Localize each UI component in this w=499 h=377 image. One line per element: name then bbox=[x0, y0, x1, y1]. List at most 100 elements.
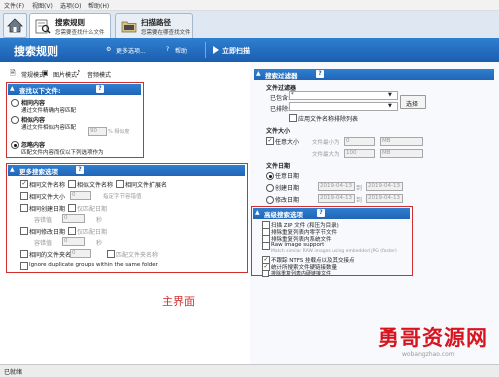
created-date-only-label: 仅匹配日期 bbox=[77, 206, 108, 213]
tab-search-rules-title: 搜索规则 bbox=[55, 18, 85, 27]
watermark: 勇哥资源网 wobangzhao.com bbox=[372, 320, 499, 360]
tab-search-rules-subtitle: 您需要查找什么文件 bbox=[55, 30, 105, 36]
max-size-unit-select[interactable]: MB bbox=[380, 149, 423, 158]
radio-exact-content[interactable] bbox=[11, 99, 19, 107]
checkbox-same-extension[interactable] bbox=[116, 180, 124, 188]
size-tolerance-input[interactable]: 0 bbox=[70, 191, 91, 200]
help-icon[interactable]: ? bbox=[96, 85, 104, 93]
find-section-header: ▲ 查找以下文件: ? bbox=[8, 84, 141, 95]
more-options-link[interactable]: 更多选项... bbox=[116, 46, 146, 55]
modified-date-only-label: 仅匹配日期 bbox=[77, 229, 108, 236]
tab-scan-paths[interactable]: 扫描路径 您需要在哪查找文件 bbox=[115, 13, 193, 38]
ignore-groups-label: Ignore duplicate groups within the same … bbox=[29, 262, 158, 268]
filter-section-header: ▲ 搜索过滤器 ? bbox=[254, 69, 494, 80]
checkbox-same-folder[interactable] bbox=[20, 250, 28, 258]
raw-jpg-label: Match similar RAW images using embedded … bbox=[271, 249, 397, 254]
checkbox-same-name[interactable]: ✓ bbox=[20, 180, 28, 188]
more-section-header: ▲ 更多搜索选项 ? bbox=[8, 165, 245, 176]
created-tolerance-input[interactable]: 0 bbox=[62, 214, 85, 223]
include-input[interactable]: * bbox=[289, 91, 398, 100]
filter-section-title: 搜索过滤器 bbox=[265, 72, 298, 80]
select-button-label: 选择 bbox=[406, 101, 419, 108]
similar-name-label: 相似文件名称 bbox=[77, 182, 114, 189]
collapse-icon[interactable]: ▲ bbox=[10, 85, 15, 92]
help-icon[interactable]: ? bbox=[76, 166, 84, 174]
same-size-label: 相同文件大小 bbox=[29, 194, 66, 201]
checkbox-similar-name[interactable] bbox=[68, 180, 76, 188]
radio-modified-date[interactable] bbox=[266, 196, 274, 204]
created-date-input[interactable]: 2019-04-13 bbox=[318, 182, 355, 191]
status-bar: 已就绪 bbox=[0, 364, 499, 377]
min-size-input[interactable]: 0 bbox=[344, 137, 375, 146]
chevron-down-icon[interactable]: ▼ bbox=[388, 103, 392, 109]
radio-any-date[interactable] bbox=[266, 172, 274, 180]
checkbox-ignore-groups[interactable] bbox=[20, 262, 28, 270]
checkbox-same-created[interactable] bbox=[20, 204, 28, 212]
folder-level-input[interactable]: 0 bbox=[70, 249, 91, 258]
mode-image-label: 图片模式 bbox=[53, 72, 78, 79]
max-size-input[interactable]: 100 bbox=[344, 149, 375, 158]
checkbox-raw-support[interactable] bbox=[262, 242, 270, 250]
checkbox-created-date-only[interactable] bbox=[68, 204, 76, 212]
same-folder-label: 相同的文件夹名 bbox=[29, 252, 72, 259]
radio-created-date[interactable] bbox=[266, 184, 274, 192]
help-icon[interactable]: ? bbox=[166, 46, 169, 53]
modified-date-end-input[interactable]: 2019-04-13 bbox=[366, 194, 403, 203]
radio-ignore-content[interactable] bbox=[11, 141, 19, 149]
checkbox-same-size[interactable] bbox=[20, 192, 28, 200]
help-link[interactable]: 帮助 bbox=[175, 46, 187, 55]
file-date-title: 文件日期 bbox=[266, 163, 291, 170]
exclude-hardlinks-label: 排除重复列表内硬链接文件 bbox=[271, 271, 332, 277]
modified-tolerance-label: 容错值 bbox=[34, 240, 53, 247]
main-interface-label: 主界面 bbox=[162, 295, 195, 308]
tab-scan-paths-subtitle: 您需要在哪查找文件 bbox=[141, 30, 191, 36]
mode-audio-label: 音频模式 bbox=[87, 72, 112, 79]
modified-date-input[interactable]: 2019-04-13 bbox=[318, 194, 355, 203]
menu-file[interactable]: 文件(F) bbox=[4, 1, 24, 10]
checkbox-any-size[interactable]: ✓ bbox=[266, 137, 274, 145]
tab-search-rules[interactable]: 搜索规则 您需要查找什么文件 bbox=[29, 13, 111, 38]
help-icon[interactable]: ? bbox=[317, 209, 325, 217]
gear-icon[interactable]: ⚙ bbox=[106, 46, 111, 53]
checkbox-match-folder-name[interactable] bbox=[107, 250, 115, 258]
any-size-label: 任意大小 bbox=[275, 139, 300, 146]
collapse-icon[interactable]: ▲ bbox=[256, 70, 261, 77]
menu-options[interactable]: 选项(O) bbox=[60, 1, 81, 10]
help-icon[interactable]: ? bbox=[316, 70, 324, 78]
chevron-down-icon[interactable]: ▼ bbox=[388, 92, 392, 98]
option-exact-desc: 通过文件精确内容匹配 bbox=[21, 108, 77, 114]
find-section-title: 查找以下文件: bbox=[19, 87, 61, 95]
checkbox-same-modified[interactable] bbox=[20, 227, 28, 235]
min-size-unit-select[interactable]: MB bbox=[380, 137, 423, 146]
checkbox-apply-exclude[interactable] bbox=[289, 114, 297, 122]
include-label: 已包含: bbox=[270, 95, 291, 102]
menu-view[interactable]: 视图(V) bbox=[32, 1, 53, 10]
apply-exclude-label: 应用文件名称排除列表 bbox=[298, 116, 359, 123]
modified-tolerance-unit: 秒 bbox=[96, 240, 103, 247]
modified-tolerance-input[interactable]: 0 bbox=[62, 237, 85, 246]
home-icon bbox=[7, 18, 23, 33]
home-button[interactable] bbox=[3, 13, 27, 38]
menu-help[interactable]: 帮助(H) bbox=[88, 1, 109, 10]
collapse-icon[interactable]: ▲ bbox=[255, 209, 260, 216]
raw-support-label: Raw image support bbox=[271, 242, 325, 248]
music-icon: ♪ bbox=[76, 69, 81, 77]
checkbox-modified-date-only[interactable] bbox=[68, 227, 76, 235]
select-button[interactable]: 选择 bbox=[400, 95, 426, 109]
menu-bar: 文件(F) 视图(V) 选项(O) 帮助(H) bbox=[0, 0, 499, 11]
radio-similar-content[interactable] bbox=[11, 116, 19, 124]
checkbox-exclude-hardlinks[interactable] bbox=[262, 270, 269, 277]
created-date-label: 创建日期 bbox=[275, 185, 300, 192]
collapse-icon[interactable]: ▲ bbox=[10, 166, 15, 173]
created-date-end-input[interactable]: 2019-04-13 bbox=[366, 182, 403, 191]
similarity-input[interactable]: 90 bbox=[88, 127, 107, 136]
play-icon bbox=[213, 46, 219, 54]
exclude-input[interactable] bbox=[289, 102, 398, 111]
image-icon: ▣ bbox=[42, 69, 49, 77]
min-size-label: 文件最小为 bbox=[312, 140, 340, 146]
same-modified-label: 相同修改日期 bbox=[29, 229, 66, 236]
match-folder-name-label: 匹配文件夹名称 bbox=[116, 252, 159, 259]
start-scan-button[interactable]: 立即扫描 bbox=[205, 42, 254, 58]
mode-audio[interactable]: ♪ 音频模式 bbox=[76, 69, 126, 79]
folder-icon bbox=[121, 21, 137, 33]
